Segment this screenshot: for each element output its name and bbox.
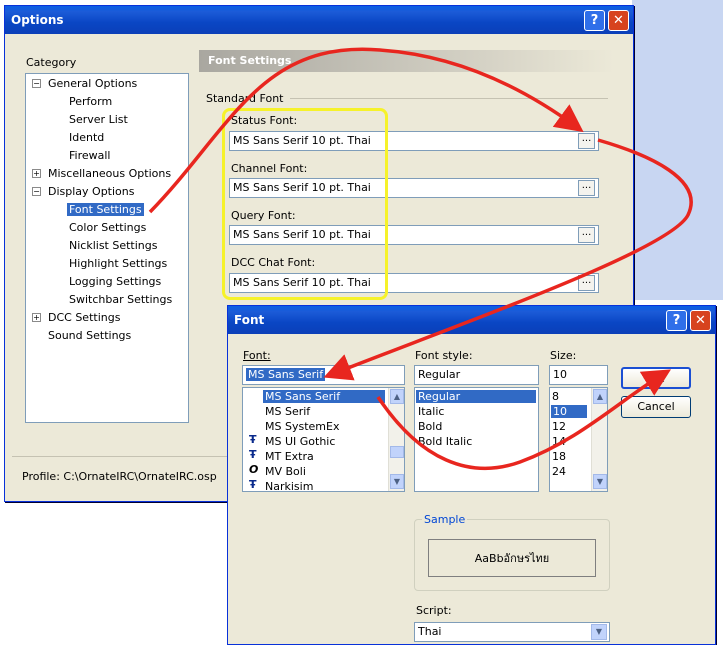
size-item-10[interactable]: 10 bbox=[551, 405, 587, 418]
font-item-mt-extra[interactable]: MT Extra bbox=[265, 450, 314, 463]
tree-item-dcc-settings[interactable]: DCC Settings bbox=[48, 311, 120, 324]
options-titlebar[interactable]: Options ? ✕ bbox=[5, 6, 633, 34]
size-item-18[interactable]: 18 bbox=[552, 450, 566, 463]
sample-text: AaBbอักษรไทย bbox=[474, 552, 550, 565]
tree-item-general-options[interactable]: General Options bbox=[48, 77, 137, 90]
profile-separator bbox=[12, 456, 232, 457]
font-name-input[interactable]: MS Sans Serif bbox=[242, 365, 405, 385]
help-button[interactable]: ? bbox=[584, 10, 605, 31]
tree-item-server-list[interactable]: Server List bbox=[69, 113, 128, 126]
font-item-ms-systemex[interactable]: MS SystemEx bbox=[265, 420, 339, 433]
scroll-down-icon[interactable]: ▼ bbox=[390, 474, 404, 489]
font-item-mv-boli[interactable]: MV Boli bbox=[265, 465, 306, 478]
options-title: Options bbox=[11, 13, 64, 27]
tree-item-color-settings[interactable]: Color Settings bbox=[69, 221, 146, 234]
expand-misc-icon[interactable]: + bbox=[32, 169, 41, 178]
font-item-ms-ui-gothic[interactable]: MS UI Gothic bbox=[265, 435, 335, 448]
font-style-input[interactable]: Regular bbox=[414, 365, 539, 385]
query-font-browse-button[interactable]: ... bbox=[578, 227, 595, 243]
scroll-down-icon[interactable]: ▼ bbox=[593, 474, 607, 489]
sample-label: Sample bbox=[422, 513, 468, 526]
cancel-button[interactable]: Cancel bbox=[621, 396, 691, 418]
dcc-chat-font-browse-button[interactable]: ... bbox=[578, 275, 595, 291]
size-item-12[interactable]: 12 bbox=[552, 420, 566, 433]
font-dialog-title: Font bbox=[234, 313, 265, 327]
tree-item-logging-settings[interactable]: Logging Settings bbox=[69, 275, 161, 288]
size-item-24[interactable]: 24 bbox=[552, 465, 566, 478]
font-item-ms-serif[interactable]: MS Serif bbox=[265, 405, 310, 418]
expand-dcc-icon[interactable]: + bbox=[32, 313, 41, 322]
status-font-browse-button[interactable]: ... bbox=[578, 133, 595, 149]
scroll-up-icon[interactable]: ▲ bbox=[593, 389, 607, 404]
tree-item-firewall[interactable]: Firewall bbox=[69, 149, 110, 162]
font-name-value: MS Sans Serif bbox=[246, 368, 326, 381]
tree-item-font-settings[interactable]: Font Settings bbox=[67, 203, 144, 216]
size-input[interactable]: 10 bbox=[549, 365, 608, 385]
tree-item-sound-settings[interactable]: Sound Settings bbox=[48, 329, 131, 342]
collapse-general-icon[interactable]: − bbox=[32, 79, 41, 88]
tree-item-misc-options[interactable]: Miscellaneous Options bbox=[48, 167, 171, 180]
font-close-button[interactable]: ✕ bbox=[690, 310, 711, 331]
close-button[interactable]: ✕ bbox=[608, 10, 629, 31]
size-item-14[interactable]: 14 bbox=[552, 435, 566, 448]
ok-button[interactable]: OK bbox=[621, 367, 691, 389]
profile-path: Profile: C:\OrnateIRC\OrnateIRC.osp bbox=[22, 470, 217, 483]
style-item-italic[interactable]: Italic bbox=[418, 405, 444, 418]
tree-item-perform[interactable]: Perform bbox=[69, 95, 112, 108]
font-item-narkisim[interactable]: Narkisim bbox=[265, 480, 313, 493]
opentype-icon: O bbox=[249, 463, 259, 476]
style-item-bold-italic[interactable]: Bold Italic bbox=[418, 435, 472, 448]
truetype-icon: Ŧ bbox=[249, 433, 257, 446]
background-panel bbox=[632, 0, 723, 300]
tree-item-highlight-settings[interactable]: Highlight Settings bbox=[69, 257, 167, 270]
collapse-display-icon[interactable]: − bbox=[32, 187, 41, 196]
dropdown-arrow-icon[interactable]: ▼ bbox=[591, 624, 607, 640]
size-label: Size: bbox=[550, 349, 577, 362]
scroll-up-icon[interactable]: ▲ bbox=[390, 389, 404, 404]
panel-header-title: Font Settings bbox=[208, 54, 292, 67]
size-list-scrollbar[interactable]: ▲ ▼ bbox=[591, 388, 607, 491]
font-dialog-titlebar[interactable]: Font ? ✕ bbox=[228, 306, 715, 334]
truetype-icon: Ŧ bbox=[249, 448, 257, 461]
style-item-bold[interactable]: Bold bbox=[418, 420, 442, 433]
tree-item-switchbar-settings[interactable]: Switchbar Settings bbox=[69, 293, 172, 306]
group-separator bbox=[290, 98, 608, 99]
font-help-button[interactable]: ? bbox=[666, 310, 687, 331]
script-label: Script: bbox=[416, 604, 452, 617]
sample-box: AaBbอักษรไทย bbox=[428, 539, 596, 577]
font-list-scrollbar[interactable]: ▲ ▼ bbox=[388, 388, 404, 491]
scroll-thumb[interactable] bbox=[390, 446, 404, 458]
style-item-regular[interactable]: Regular bbox=[416, 390, 536, 403]
font-style-label: Font style: bbox=[415, 349, 473, 362]
tree-item-identd[interactable]: Identd bbox=[69, 131, 104, 144]
tree-item-display-options[interactable]: Display Options bbox=[48, 185, 135, 198]
category-label: Category bbox=[26, 56, 77, 69]
script-select[interactable]: Thai bbox=[414, 622, 610, 642]
truetype-icon: Ŧ bbox=[249, 478, 257, 491]
channel-font-browse-button[interactable]: ... bbox=[578, 180, 595, 196]
tree-item-nicklist-settings[interactable]: Nicklist Settings bbox=[69, 239, 157, 252]
highlight-box bbox=[222, 108, 388, 300]
font-item-ms-sans-serif[interactable]: MS Sans Serif bbox=[263, 390, 385, 403]
standard-font-label: Standard Font bbox=[206, 92, 284, 105]
font-name-label: Font: bbox=[243, 349, 271, 362]
size-item-8[interactable]: 8 bbox=[552, 390, 559, 403]
